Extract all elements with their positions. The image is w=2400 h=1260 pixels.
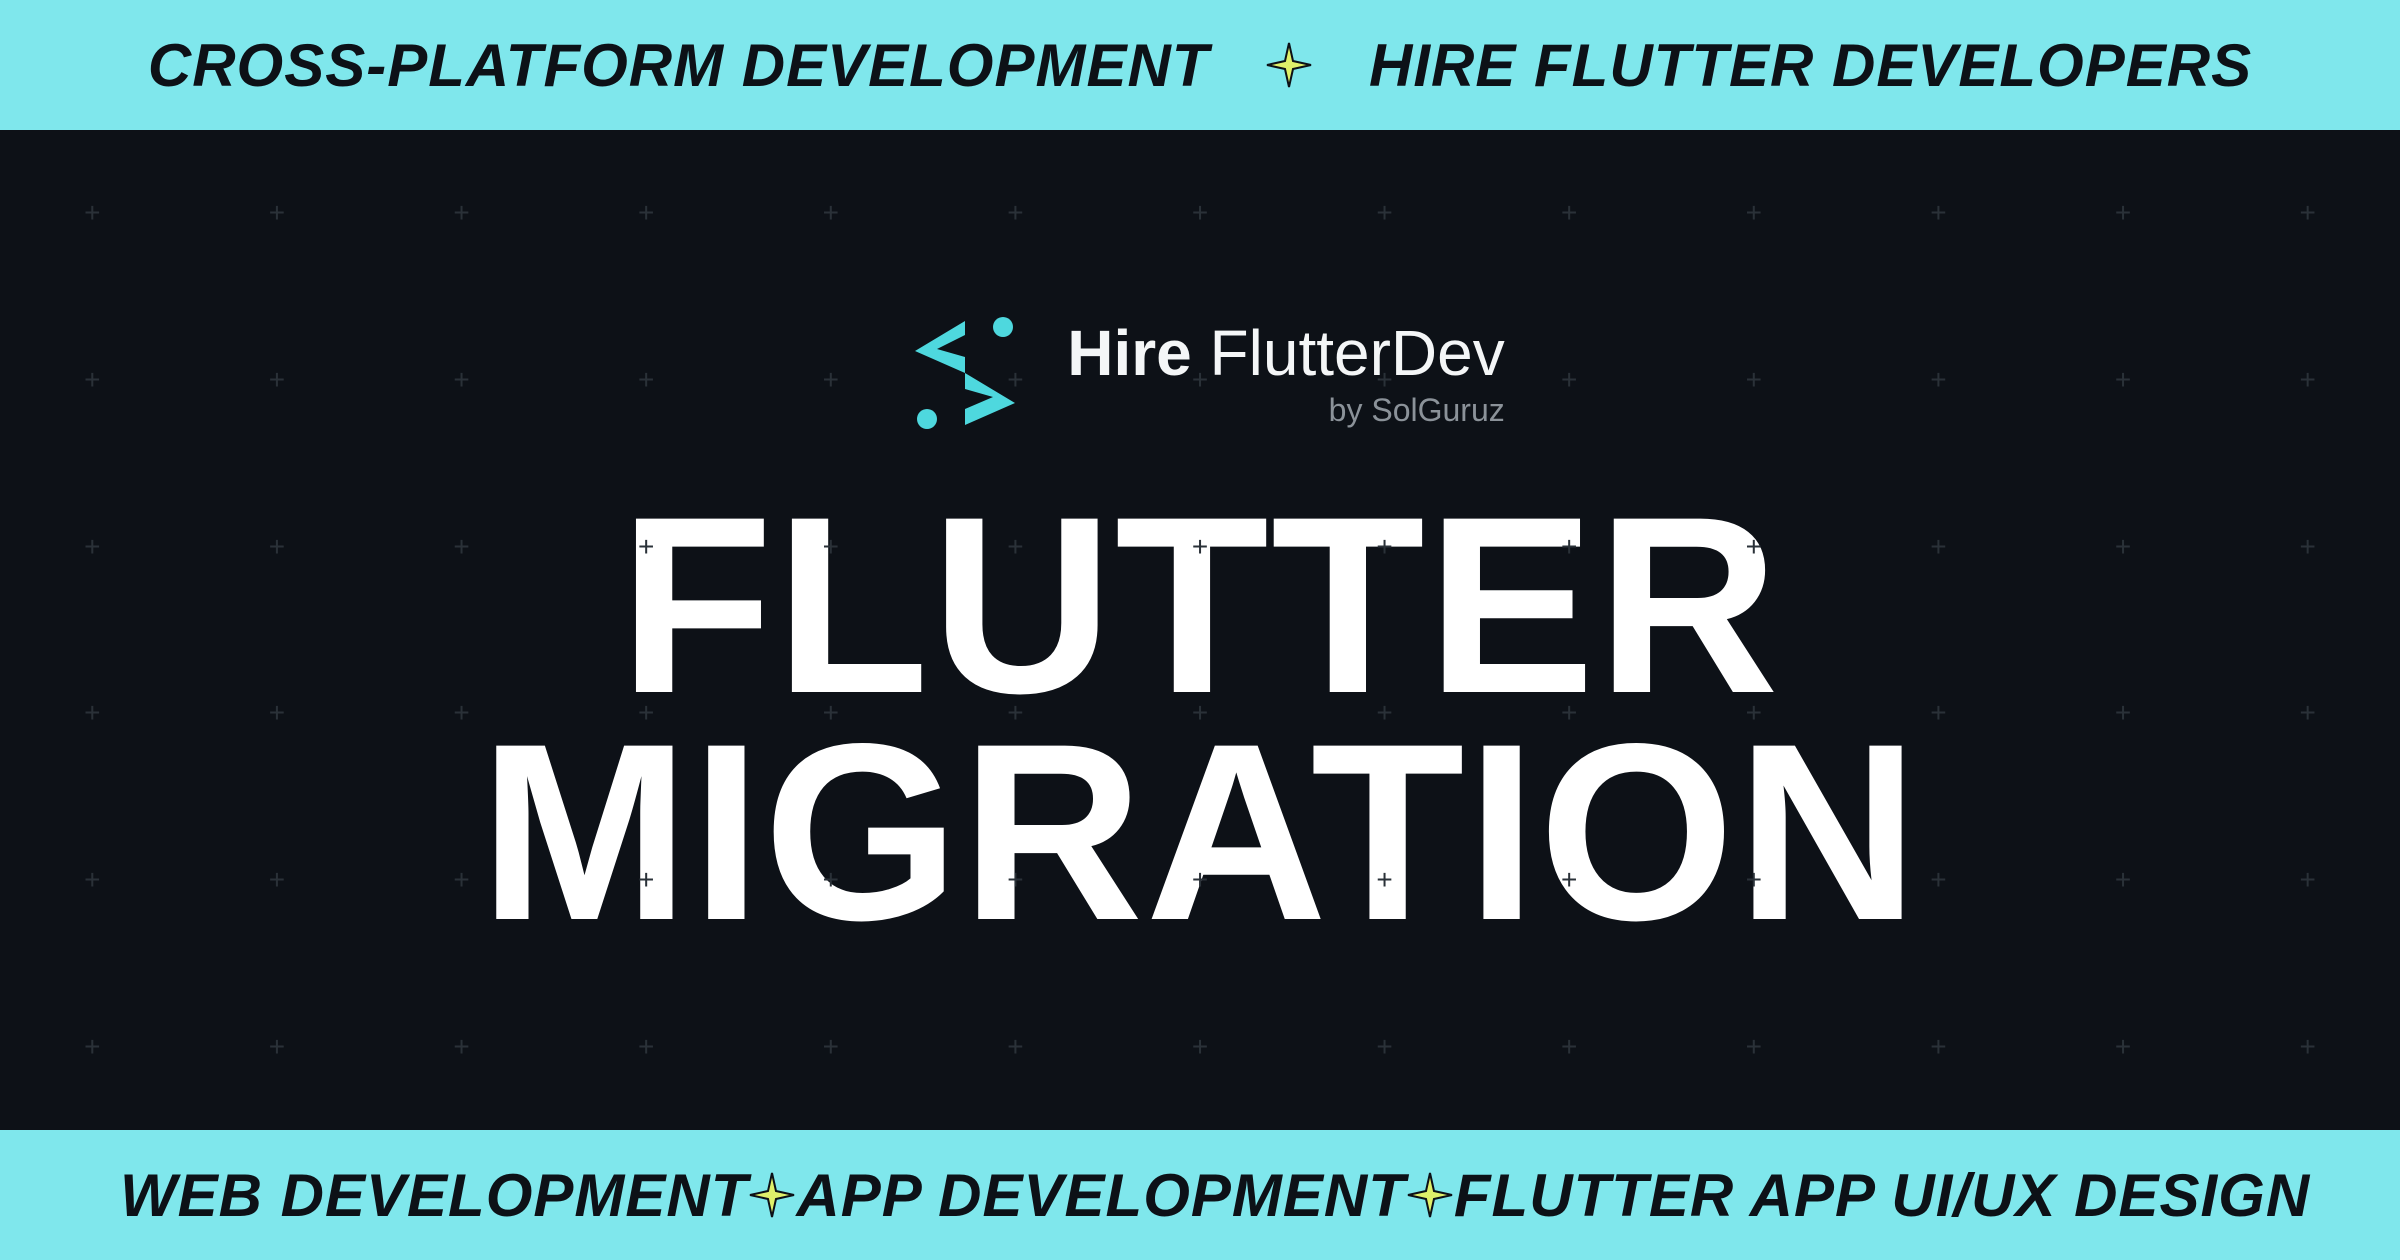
plus-icon: + (638, 1033, 654, 1061)
plus-icon: + (823, 1033, 839, 1061)
plus-icon: + (84, 1033, 100, 1061)
plus-icon: + (1746, 199, 1762, 227)
top-banner-item: HIRE FLUTTER DEVELOPERS (1369, 31, 2252, 100)
brand-title-bold: Hire (1067, 317, 1192, 389)
plus-icon: + (1192, 199, 1208, 227)
plus-icon: + (1376, 199, 1392, 227)
plus-icon: + (638, 366, 654, 394)
brand-lockup: Hire FlutterDev by SolGuruz (895, 313, 1504, 433)
plus-icon: + (453, 366, 469, 394)
top-banner-item: CROSS-PLATFORM DEVELOPMENT (148, 31, 1210, 100)
plus-icon: + (2300, 366, 2316, 394)
plus-icon: + (1930, 1033, 1946, 1061)
plus-icon: + (1930, 199, 1946, 227)
plus-icon: + (1192, 1033, 1208, 1061)
plus-icon: + (1007, 199, 1023, 227)
brand-subtitle: by SolGuruz (1329, 392, 1505, 429)
bottom-banner-item: WEB DEVELOPMENT (120, 1161, 748, 1230)
brand-title-rest: FlutterDev (1192, 317, 1505, 389)
sparkle-icon (748, 1171, 796, 1219)
plus-icon: + (823, 199, 839, 227)
brand-logo-icon (895, 313, 1035, 433)
plus-icon: + (823, 366, 839, 394)
brand-title: Hire FlutterDev (1067, 318, 1504, 388)
plus-icon: + (2115, 366, 2131, 394)
bottom-banner: WEB DEVELOPMENT APP DEVELOPMENT FLUTTER … (0, 1130, 2400, 1260)
plus-icon: + (2115, 199, 2131, 227)
plus-icon: + (638, 199, 654, 227)
plus-icon: + (84, 366, 100, 394)
bottom-banner-item: APP DEVELOPMENT (796, 1161, 1406, 1230)
plus-icon: + (1746, 366, 1762, 394)
hero-section: ++++++++++++++++++++++++++++++++++++++++… (0, 130, 2400, 1130)
plus-icon: + (2300, 1033, 2316, 1061)
plus-icon: + (1007, 1033, 1023, 1061)
top-banner: CROSS-PLATFORM DEVELOPMENT HIRE FLUTTER … (0, 0, 2400, 130)
brand-text: Hire FlutterDev by SolGuruz (1067, 318, 1504, 429)
plus-icon: + (2115, 1033, 2131, 1061)
plus-icon: + (2300, 199, 2316, 227)
sparkle-icon (1265, 41, 1313, 89)
plus-icon: + (269, 199, 285, 227)
page-headline: FLUTTER MIGRATION (0, 493, 2400, 947)
plus-icon: + (1561, 199, 1577, 227)
plus-icon: + (1746, 1033, 1762, 1061)
plus-icon: + (1930, 366, 1946, 394)
plus-icon: + (1561, 366, 1577, 394)
plus-icon: + (1376, 1033, 1392, 1061)
plus-icon: + (84, 199, 100, 227)
bottom-banner-item: FLUTTER APP UI/UX DESIGN (1454, 1161, 2310, 1230)
plus-icon: + (453, 1033, 469, 1061)
plus-icon: + (269, 1033, 285, 1061)
sparkle-icon (1406, 1171, 1454, 1219)
plus-icon: + (1561, 1033, 1577, 1061)
plus-icon: + (269, 366, 285, 394)
plus-icon: + (453, 199, 469, 227)
